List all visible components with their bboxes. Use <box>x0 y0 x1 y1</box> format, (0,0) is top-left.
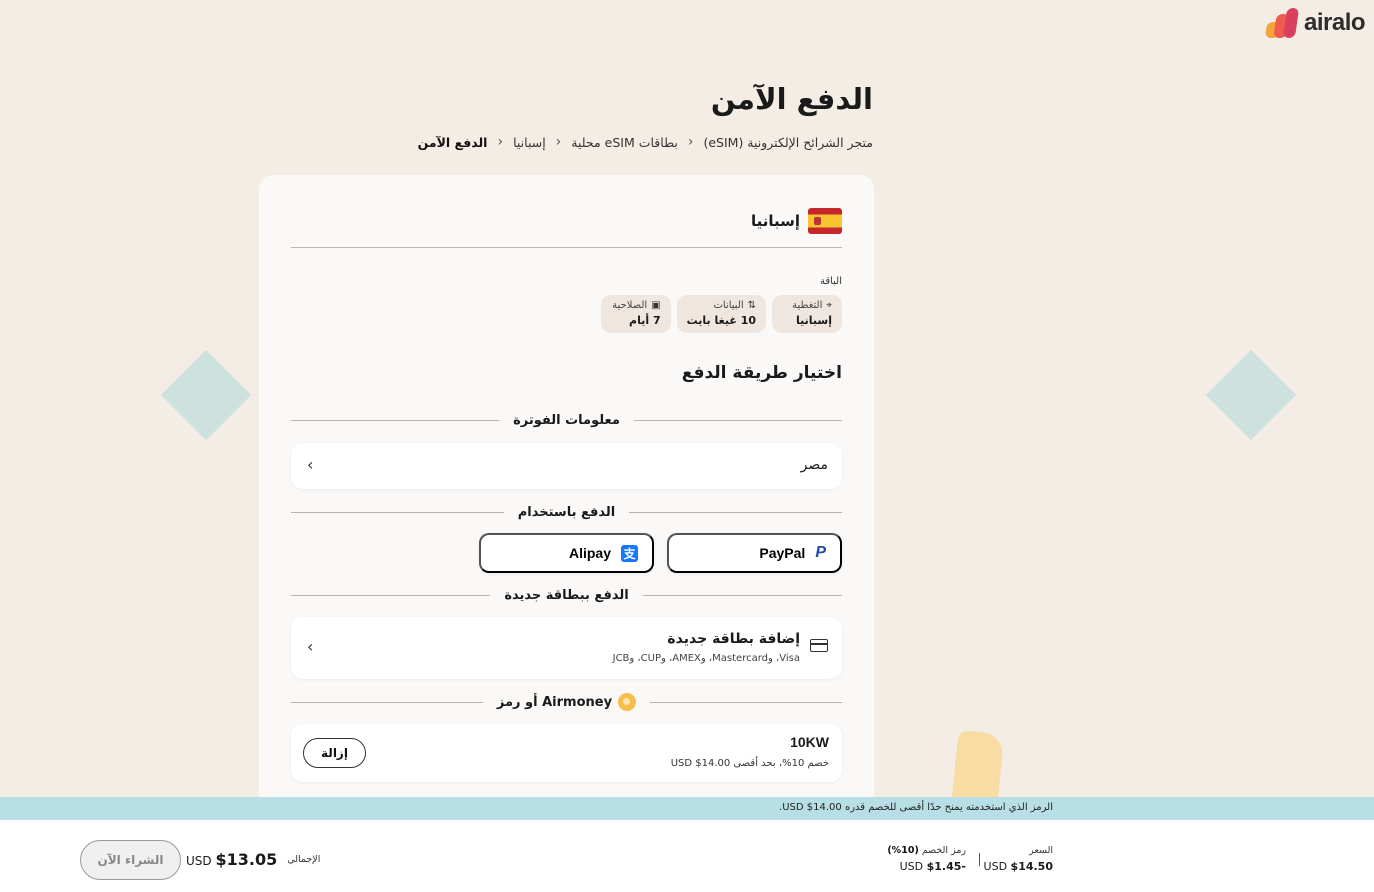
paypal-icon: P <box>815 544 826 561</box>
airmoney-coin-icon <box>618 693 637 711</box>
paypal-label: PayPal <box>759 545 806 561</box>
chip-value: 10 غيغا بايت <box>686 314 756 327</box>
remove-promo-button[interactable]: إزالة <box>303 738 366 768</box>
plan-chips: ⌖ التغطية إسبانيا ⇅ البيانات 10 غيغا بايت … <box>600 295 842 333</box>
promo-code: 10KW <box>790 734 829 750</box>
chip-coverage: ⌖ التغطية إسبانيا <box>772 295 842 333</box>
airalo-logo-icon <box>1264 8 1300 38</box>
chevron-left-icon: ‹ <box>687 134 694 150</box>
footer-total: الإجمالي $13.05 USD <box>186 850 320 869</box>
airmoney-divider: Airmoney أو رمز <box>290 693 842 711</box>
package-country: إسبانيا <box>751 208 842 234</box>
price-label: السعر <box>1029 845 1053 856</box>
location-pin-icon: ⌖ <box>826 300 832 311</box>
applied-promo-code: 10KW خصم 10%، بحد أقصى 14.00$ USD إزالة <box>291 724 842 782</box>
billing-divider: معلومات الفوترة <box>290 411 842 429</box>
breadcrumb-spain[interactable]: إسبانيا <box>513 135 546 150</box>
spain-flag-icon <box>808 208 842 234</box>
buy-now-button[interactable]: الشراء الآن <box>80 840 181 880</box>
promo-description: خصم 10%، بحد أقصى 14.00$ USD <box>670 758 829 769</box>
pay-with-divider: الدفع باستخدام <box>290 503 842 521</box>
chip-data: ⇅ البيانات 10 غيغا بايت <box>676 295 766 333</box>
discount-notice-text: الرمز الذي استخدمته يمنح حدًا أقصى للخصم… <box>779 802 1053 813</box>
airalo-logo[interactable]: airalo <box>1264 8 1366 38</box>
decorative-diamond-left <box>160 349 252 441</box>
chip-label: البيانات <box>713 300 744 311</box>
discount-notice-bar: الرمز الذي استخدمته يمنح حدًا أقصى للخصم… <box>0 797 1374 820</box>
discount-value: -$1.45 USD <box>899 860 966 873</box>
wallet-methods: P PayPal 支 Alipay <box>479 533 842 573</box>
chevron-left-icon: › <box>307 455 314 474</box>
divider <box>291 247 842 248</box>
credit-card-icon <box>810 639 828 652</box>
chip-validity: ▣ الصلاحية 7 أيام <box>600 295 671 333</box>
chip-value: 7 أيام <box>629 314 661 327</box>
chevron-left-icon: ‹ <box>497 134 504 150</box>
billing-country-value: مصر <box>800 457 828 473</box>
footer-separator <box>979 853 980 866</box>
alipay-button[interactable]: 支 Alipay <box>479 533 654 573</box>
card-brands-text: Visa، وMastercard، وAMEX، وCUP، وJCB <box>612 653 800 664</box>
data-arrows-icon: ⇅ <box>747 300 756 311</box>
chevron-left-icon: › <box>307 637 314 656</box>
country-name: إسبانيا <box>750 212 800 230</box>
discount-label: رمز الخصم (10%) <box>887 845 966 856</box>
billing-heading: معلومات الفوترة <box>513 412 620 428</box>
footer-discount: رمز الخصم (10%) -$1.45 USD <box>880 845 966 873</box>
checkout-card: إسبانيا الباقة ⌖ التغطية إسبانيا ⇅ البيانا… <box>259 175 874 815</box>
breadcrumb-esim-store[interactable]: متجر الشرائح الإلكترونية (eSIM) <box>703 135 873 150</box>
total-value: $13.05 USD <box>186 850 278 869</box>
breadcrumb-local-esims[interactable]: بطاقات eSIM محلية <box>571 135 678 150</box>
payment-method-title: اختيار طريقة الدفع <box>681 363 842 383</box>
airmoney-heading-wrap: Airmoney أو رمز <box>483 693 650 711</box>
paypal-button[interactable]: P PayPal <box>667 533 842 573</box>
new-card-heading: الدفع ببطاقة جديدة <box>504 587 629 603</box>
plan-label: الباقة <box>819 276 842 287</box>
decorative-diamond-right <box>1205 349 1297 441</box>
breadcrumb-current: الدفع الآمن <box>417 134 488 150</box>
new-card-divider: الدفع ببطاقة جديدة <box>291 586 842 604</box>
alipay-icon: 支 <box>621 544 638 562</box>
breadcrumb: متجر الشرائح الإلكترونية (eSIM) ‹ بطاقات… <box>330 134 873 150</box>
logo-text: airalo <box>1304 9 1366 36</box>
pay-with-heading: الدفع باستخدام <box>517 504 616 520</box>
chip-label: الصلاحية <box>612 300 648 311</box>
airmoney-heading: Airmoney أو رمز <box>496 694 613 710</box>
page-title: الدفع الآمن <box>710 82 873 116</box>
checkout-footer: السعر $14.50 USD رمز الخصم (10%) -$1.45 … <box>0 820 1374 892</box>
total-label: الإجمالي <box>287 854 321 865</box>
footer-price: السعر $14.50 USD <box>983 845 1053 873</box>
alipay-label: Alipay <box>568 545 611 561</box>
price-value: $14.50 USD <box>983 860 1053 873</box>
chip-value: إسبانيا <box>796 314 832 327</box>
add-card-title: إضافة بطاقة جديدة <box>667 631 800 647</box>
add-new-card-button[interactable]: إضافة بطاقة جديدة Visa، وMastercard، وAM… <box>291 617 842 679</box>
chip-label: التغطية <box>792 300 823 311</box>
chevron-left-icon: ‹ <box>555 134 562 150</box>
calendar-icon: ▣ <box>651 300 661 311</box>
billing-country-select[interactable]: مصر › <box>291 443 842 489</box>
